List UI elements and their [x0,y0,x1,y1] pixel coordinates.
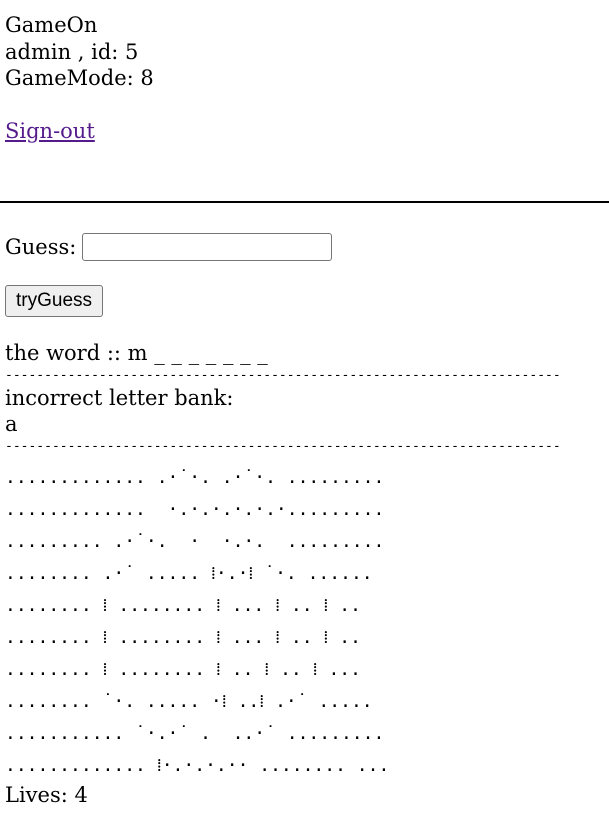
art-line: ............. .·˙·. .·˙·. ......... [5,466,385,488]
art-line: ......... .·˙·. · ·.·. ......... [5,530,385,552]
guess-label: Guess: [5,234,77,259]
page: GameOn admin , id: 5 GameMode: 8 Sign-ou… [0,0,609,808]
hangman-ascii-art: ............. .·˙·. .·˙·. ..............… [5,462,604,782]
art-line: ........ ⁞ ........ ⁞ ... ⁞ .. ⁞ .. [5,626,361,648]
guess-row: Guess: [5,233,604,261]
try-guess-button[interactable]: tryGuess [5,285,104,317]
signout-link[interactable]: Sign-out [5,119,95,143]
word-display: the word :: m _ _ _ _ _ _ _ [5,341,268,365]
incorrect-bank-label: incorrect letter bank: [5,385,234,410]
guess-input[interactable] [82,233,333,261]
art-line: ........ ⁞ ........ ⁞ ... ⁞ .. ⁞ .. [5,594,361,616]
game-mode: GameMode: 8 [5,66,154,90]
app-title: GameOn [5,13,98,37]
art-line: ........ ⁞ ........ ⁞ .. ⁞ .. ⁞ ... [5,658,361,680]
art-line: ............. ⁞·.·.·.·· ........ ... [5,754,390,776]
button-row: tryGuess [5,285,604,317]
art-line: ........ .·˙ ..... ⁞·.·⁞ ˙·. ...... [5,562,373,584]
divider [0,201,609,203]
separator-top: ----------------------------------------… [5,367,561,383]
user-info: admin , id: 5 [5,39,139,64]
art-line: ............. ·.·.·.·.·.·......... [5,498,385,520]
art-line: ........... ˙·.·˙ . ..·˙ ......... [5,722,385,744]
incorrect-letters: a [5,412,18,436]
separator-bottom: ----------------------------------------… [5,438,561,454]
lives-counter: Lives: 4 [5,782,88,807]
art-line: ........ ˙·. ..... ·⁞ ..⁞ .·˙ ..... [5,690,373,712]
